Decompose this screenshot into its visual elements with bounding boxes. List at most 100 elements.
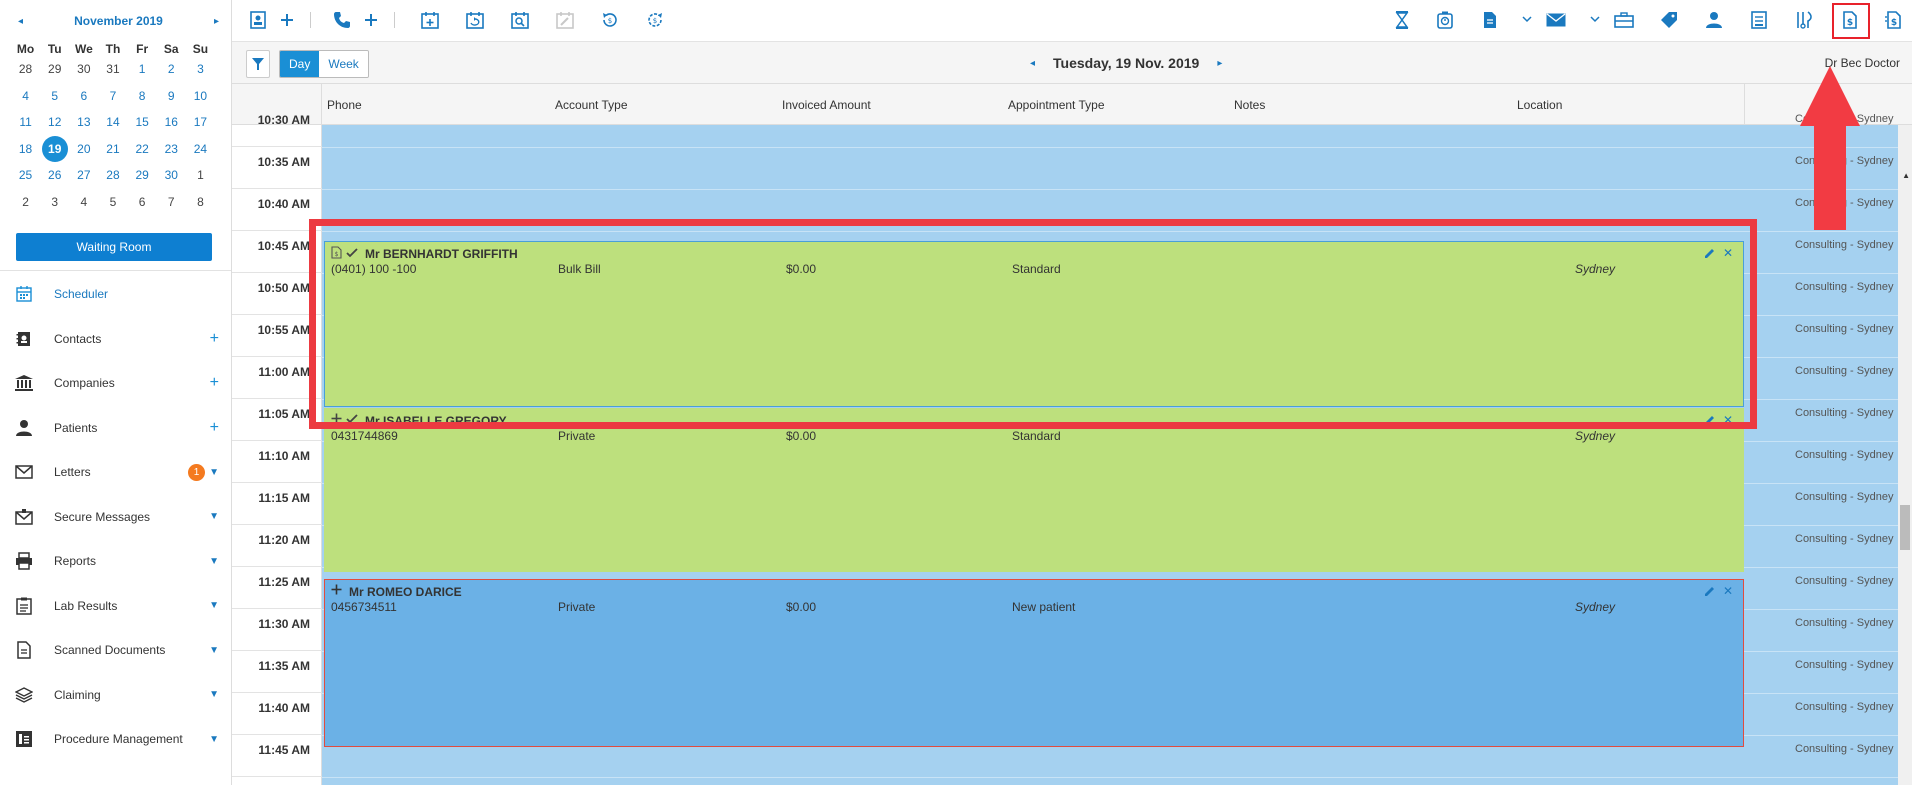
calendar-day[interactable]: 17 bbox=[186, 109, 215, 136]
calendar-day[interactable]: 8 bbox=[128, 83, 157, 110]
chevron-down-icon[interactable]: ▼ bbox=[209, 689, 219, 700]
calendar-day[interactable]: 31 bbox=[98, 56, 127, 83]
calendar-repeat-icon[interactable] bbox=[464, 9, 486, 31]
calendar-day[interactable]: 1 bbox=[186, 162, 215, 189]
notes-icon[interactable] bbox=[1748, 9, 1770, 31]
calendar-day[interactable]: 12 bbox=[40, 109, 69, 136]
column-header-location[interactable]: Location bbox=[1517, 98, 1562, 112]
calendar-day[interactable]: 25 bbox=[11, 162, 40, 189]
calendar-day[interactable]: 4 bbox=[11, 83, 40, 110]
calendar-add-icon[interactable] bbox=[419, 9, 441, 31]
calendar-day[interactable]: 28 bbox=[11, 56, 40, 83]
add-company-button[interactable]: + bbox=[210, 375, 219, 391]
calendar-day[interactable]: 13 bbox=[69, 109, 98, 136]
calendar-day[interactable]: 16 bbox=[157, 109, 186, 136]
calendar-day[interactable]: 6 bbox=[69, 83, 98, 110]
chevron-down-icon[interactable]: ▼ bbox=[209, 645, 219, 656]
calendar-day[interactable]: 3 bbox=[186, 56, 215, 83]
add-patient-button[interactable]: + bbox=[210, 419, 219, 436]
calendar-day[interactable]: 5 bbox=[98, 189, 127, 216]
sidebar-item-patients[interactable]: Patients + bbox=[0, 406, 231, 451]
phone-icon[interactable] bbox=[331, 9, 353, 31]
refund-icon[interactable]: $ bbox=[644, 9, 666, 31]
column-header-account-type[interactable]: Account Type bbox=[555, 98, 628, 112]
view-week-button[interactable]: Week bbox=[319, 51, 368, 77]
column-header-invoiced-amount[interactable]: Invoiced Amount bbox=[782, 98, 871, 112]
add-contact-button[interactable]: + bbox=[210, 330, 219, 347]
tag-icon[interactable] bbox=[1658, 9, 1680, 31]
invoice-list-icon[interactable]: $ bbox=[1882, 9, 1904, 31]
calendar-day[interactable]: 2 bbox=[11, 189, 40, 216]
calendar-day[interactable]: 28 bbox=[98, 162, 127, 189]
calendar-day[interactable]: 6 bbox=[128, 189, 157, 216]
calendar-day[interactable]: 18 bbox=[11, 136, 40, 163]
appointment-card[interactable]: Mr ROMEO DARICE 0456734511 Private $0.00… bbox=[324, 579, 1744, 747]
column-header-appointment-type[interactable]: Appointment Type bbox=[1008, 98, 1105, 112]
sidebar-item-claiming[interactable]: Claiming ▼ bbox=[0, 673, 231, 718]
briefcase-icon[interactable] bbox=[1613, 9, 1635, 31]
calendar-prev-month-button[interactable]: ◂ bbox=[18, 16, 23, 27]
sidebar-item-companies[interactable]: Companies + bbox=[0, 361, 231, 406]
calendar-day[interactable]: 4 bbox=[69, 189, 98, 216]
chevron-down-icon[interactable] bbox=[1522, 14, 1532, 24]
sidebar-item-scheduler[interactable]: Scheduler bbox=[0, 272, 231, 317]
calendar-day[interactable]: 15 bbox=[128, 109, 157, 136]
calendar-search-icon[interactable] bbox=[509, 9, 531, 31]
calendar-day[interactable]: 22 bbox=[128, 136, 157, 163]
calendar-day[interactable]: 23 bbox=[157, 136, 186, 163]
add-icon[interactable] bbox=[360, 9, 382, 31]
column-header-notes[interactable]: Notes bbox=[1234, 98, 1265, 112]
chevron-down-icon[interactable]: ▼ bbox=[209, 734, 219, 745]
calendar-day[interactable]: 7 bbox=[157, 189, 186, 216]
calendar-day[interactable]: 11 bbox=[11, 109, 40, 136]
calendar-day[interactable]: 27 bbox=[69, 162, 98, 189]
sidebar-item-secure-messages[interactable]: Secure Messages ▼ bbox=[0, 495, 231, 540]
scroll-up-arrow-icon[interactable]: ▲ bbox=[1902, 171, 1910, 180]
calendar-day[interactable]: 10 bbox=[186, 83, 215, 110]
view-day-button[interactable]: Day bbox=[280, 51, 320, 77]
calendar-day[interactable]: 29 bbox=[40, 56, 69, 83]
mail-icon[interactable] bbox=[1545, 9, 1567, 31]
pencil-icon[interactable] bbox=[1704, 586, 1715, 597]
add-icon[interactable] bbox=[276, 9, 298, 31]
previous-day-button[interactable]: ◂ bbox=[1012, 58, 1053, 69]
person-icon[interactable] bbox=[1703, 9, 1725, 31]
history-icon[interactable]: $ bbox=[599, 9, 621, 31]
sidebar-item-letters[interactable]: Letters 1 ▼ bbox=[0, 450, 231, 495]
chevron-down-icon[interactable]: ▼ bbox=[209, 600, 219, 611]
chevron-down-icon[interactable]: ▼ bbox=[209, 511, 219, 522]
instruments-icon[interactable] bbox=[1793, 9, 1815, 31]
calendar-day[interactable]: 19 bbox=[40, 135, 69, 163]
close-icon[interactable]: ✕ bbox=[1723, 584, 1733, 598]
sidebar-item-reports[interactable]: Reports ▼ bbox=[0, 539, 231, 584]
vertical-scrollbar[interactable]: ▲ bbox=[1898, 125, 1912, 785]
calendar-day[interactable]: 26 bbox=[40, 162, 69, 189]
stopwatch-icon[interactable] bbox=[1434, 9, 1456, 31]
calendar-day[interactable]: 24 bbox=[186, 136, 215, 163]
sidebar-item-procedure-management[interactable]: Procedure Management ▼ bbox=[0, 717, 231, 762]
calendar-day[interactable]: 7 bbox=[98, 83, 127, 110]
calendar-day[interactable]: 20 bbox=[69, 136, 98, 163]
calendar-day[interactable]: 5 bbox=[40, 83, 69, 110]
patient-card-icon[interactable] bbox=[247, 9, 269, 31]
chevron-down-icon[interactable]: ▼ bbox=[209, 467, 219, 478]
sidebar-item-lab-results[interactable]: Lab Results ▼ bbox=[0, 584, 231, 629]
calendar-day[interactable]: 2 bbox=[157, 56, 186, 83]
calendar-day[interactable]: 8 bbox=[186, 189, 215, 216]
calendar-day[interactable]: 9 bbox=[157, 83, 186, 110]
scrollbar-thumb[interactable] bbox=[1900, 505, 1910, 550]
column-header-phone[interactable]: Phone bbox=[327, 98, 362, 112]
hourglass-icon[interactable] bbox=[1391, 9, 1413, 31]
calendar-day[interactable]: 30 bbox=[157, 162, 186, 189]
calendar-next-month-button[interactable]: ▸ bbox=[214, 16, 219, 27]
sidebar-item-contacts[interactable]: Contacts + bbox=[0, 317, 231, 362]
calendar-day[interactable]: 14 bbox=[98, 109, 127, 136]
calendar-day[interactable]: 1 bbox=[128, 56, 157, 83]
calendar-day[interactable]: 30 bbox=[69, 56, 98, 83]
chevron-down-icon[interactable]: ▼ bbox=[209, 556, 219, 567]
appointment-patient-name[interactable]: Mr ROMEO DARICE bbox=[349, 585, 462, 599]
next-day-button[interactable]: ▸ bbox=[1199, 58, 1240, 69]
appointment-card[interactable]: Mr ISABELLE GREGORY 0431744869 Private $… bbox=[324, 408, 1744, 572]
sidebar-item-scanned-documents[interactable]: Scanned Documents ▼ bbox=[0, 628, 231, 673]
calendar-day[interactable]: 29 bbox=[128, 162, 157, 189]
